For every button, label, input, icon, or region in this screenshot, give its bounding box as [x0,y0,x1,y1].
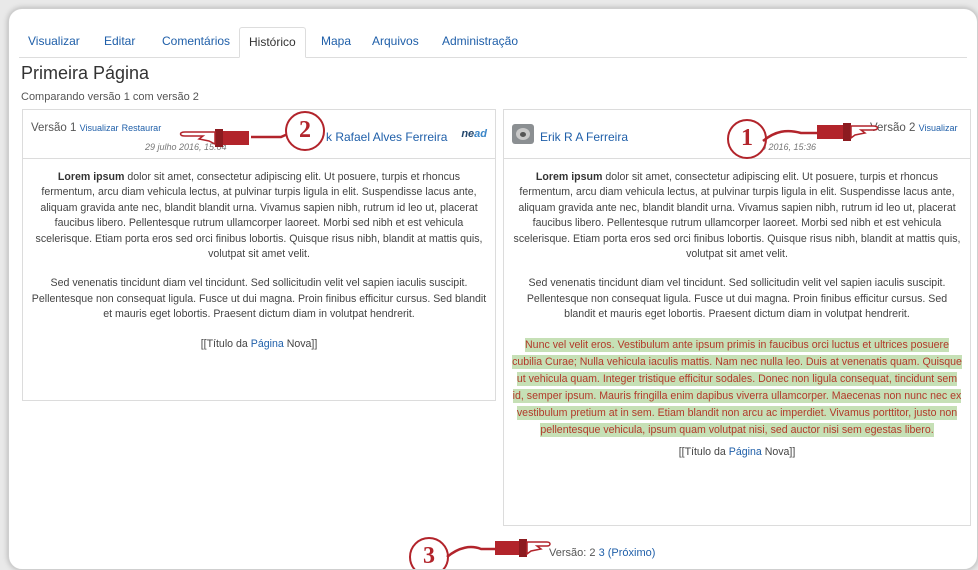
pager-next-link[interactable]: (Próximo) [608,547,656,559]
callout-2: 2 [285,111,325,151]
tab-editar[interactable]: Editar [95,27,144,55]
page-sheet: Visualizar Editar Comentários Histórico … [8,8,978,570]
pager-current-version: 2 [589,547,596,559]
tab-administracao[interactable]: Administração [433,27,527,55]
avatar [512,124,534,144]
version-2-wiki-link-line: [[Título da Página Nova]] [512,445,962,460]
pointing-hand-icon-3 [446,539,551,558]
lorem-bold: Lorem ipsum [57,171,125,183]
wiki-link-prefix: [[Título da [200,337,251,350]
callout-3: 3 [409,537,449,569]
version-2-added-paragraph: Nunc vel velit eros. Vestibulum ante ips… [512,337,962,439]
version-pager: Versão: 2 3 (Próximo) [549,547,655,559]
version-1-title: Versão 1 [31,122,77,134]
wiki-link-prefix: [[Título da [678,445,729,458]
tab-visualizar[interactable]: Visualizar [19,27,89,55]
comparison-subtitle: Comparando versão 1 com versão 2 [21,91,199,103]
version-2-content: Lorem ipsum dolor sit amet, consectetur … [512,170,962,460]
tab-arquivos[interactable]: Arquivos [363,27,428,55]
nead-logo: nead [461,128,487,140]
nead-logo-accent: ad [474,128,487,140]
tab-historico[interactable]: Histórico [239,27,306,58]
version-1-wiki-link-line: [[Título da Página Nova]] [31,337,487,352]
version-2-paragraph-1: Lorem ipsum dolor sit amet, consectetur … [512,170,962,262]
version-1-paragraph-2: Sed venenatis tincidunt diam vel tincidu… [31,277,487,321]
pointing-hand-icon-1 [762,123,879,142]
version-1-content: Lorem ipsum dolor sit amet, consectetur … [31,170,487,352]
tab-mapa[interactable]: Mapa [312,27,360,55]
version-2-paragraph-2: Sed venenatis tincidunt diam vel tincidu… [526,277,948,321]
wiki-link-suffix: Nova]] [761,445,796,458]
nead-logo-main: ne [461,128,475,140]
version-1-paragraph-1: Lorem ipsum dolor sit amet, consectetur … [31,170,487,262]
wiki-page-link[interactable]: Página [251,338,284,350]
version-1-author-link[interactable]: k Rafael Alves Ferreira [326,130,447,144]
lorem-bold: Lorem ipsum [535,171,603,183]
version-2-author-link[interactable]: Erik R A Ferreira [540,130,628,144]
wiki-page-link[interactable]: Página [729,446,762,458]
pager-version-3-link[interactable]: 3 [599,547,605,559]
version-1-restore-link[interactable]: Restaurar [122,123,162,133]
pager-label: Versão: [549,547,587,559]
page-title: Primeira Página [21,63,150,83]
paragraph-text: dolor sit amet, consectetur adipiscing e… [35,171,483,261]
tab-comentarios[interactable]: Comentários [153,27,239,55]
diff-added-text: Nunc vel velit eros. Vestibulum ante ips… [512,337,962,437]
version-2-panel: Erik R A Ferreira lho 2016, 15:36 Versão… [503,109,971,526]
tab-bar: Visualizar Editar Comentários Histórico … [19,27,967,58]
paragraph-text: dolor sit amet, consectetur adipiscing e… [513,171,961,261]
version-2-view-link[interactable]: Visualizar [919,123,958,133]
version-2-label: Versão 2 Visualizar [870,122,957,134]
wiki-link-suffix: Nova]] [283,337,318,350]
version-1-view-link[interactable]: Visualizar [80,123,119,133]
version-1-label: Versão 1 Visualizar Restaurar [31,122,161,134]
